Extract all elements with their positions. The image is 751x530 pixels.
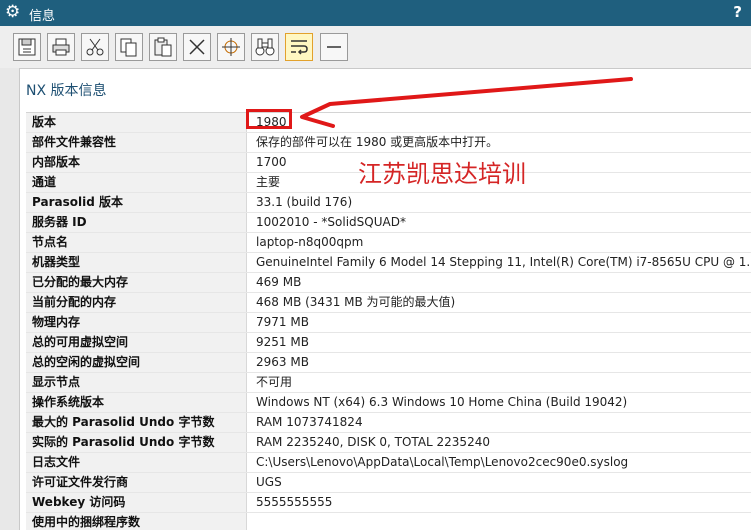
row-value: 1002010 - *SolidSQUAD* [256, 215, 406, 229]
help-button[interactable]: ? [733, 3, 742, 21]
row-label: 使用中的捆绑程序数 [26, 513, 247, 530]
copy-button[interactable] [115, 33, 143, 61]
row-label: 通道 [26, 173, 247, 192]
find-button[interactable] [251, 33, 279, 61]
row-value: 468 MB (3431 MB 为可能的最大值) [256, 295, 456, 309]
row-value: laptop-n8q00qpm [256, 235, 364, 249]
scissors-icon [86, 38, 104, 56]
version-highlight-box [246, 109, 292, 129]
row-label: 服务器 ID [26, 213, 247, 232]
copy-icon [120, 38, 137, 57]
info-panel: NX 版本信息 版本 1980 部件文件兼容性 保存的部件可以在 1980 或更高版本… [19, 68, 751, 530]
row-label: 部件文件兼容性 [26, 133, 247, 152]
paste-button[interactable] [149, 33, 177, 61]
row-value: 保存的部件可以在 1980 或更高版本中打开。 [256, 135, 499, 149]
row-value: RAM 1073741824 [256, 415, 363, 429]
row-value: 主要 [256, 175, 281, 189]
row-value: 7971 MB [256, 315, 309, 329]
table-row: 部件文件兼容性 保存的部件可以在 1980 或更高版本中打开。 [26, 133, 751, 153]
table-row: 使用中的捆绑程序数 [26, 513, 751, 530]
window-title: 信息 [29, 9, 56, 24]
table-row: 实际的 Parasolid Undo 字节数 RAM 2235240, DISK … [26, 433, 751, 453]
table-row: 总的空闲的虚拟空间 2963 MB [26, 353, 751, 373]
row-value: 33.1 (build 176) [256, 195, 353, 209]
row-value: 1700 [256, 155, 287, 169]
row-label: 日志文件 [26, 453, 247, 472]
row-value: 469 MB [256, 275, 302, 289]
row-label: 机器类型 [26, 253, 247, 272]
table-row: 机器类型 GenuineIntel Family 6 Model 14 Stepp… [26, 253, 751, 273]
crosshair-icon [222, 38, 240, 56]
save-icon [18, 38, 36, 56]
close-x-icon [189, 39, 205, 55]
row-label: 操作系统版本 [26, 393, 247, 412]
row-value: 5555555555 [256, 495, 333, 509]
delete-button[interactable] [183, 33, 211, 61]
save-button[interactable] [13, 33, 41, 61]
print-icon [52, 38, 70, 56]
row-label: 许可证文件发行商 [26, 473, 247, 492]
watermark-text: 江苏凯思达培训 [358, 160, 526, 188]
table-row: Parasolid 版本 33.1 (build 176) [26, 193, 751, 213]
table-row: 许可证文件发行商 UGS [26, 473, 751, 493]
row-label: 节点名 [26, 233, 247, 252]
row-value: UGS [256, 475, 282, 489]
table-row: 服务器 ID 1002010 - *SolidSQUAD* [26, 213, 751, 233]
print-button[interactable] [47, 33, 75, 61]
row-label: 总的空闲的虚拟空间 [26, 353, 247, 372]
table-row: 版本 1980 [26, 113, 751, 133]
row-label: 显示节点 [26, 373, 247, 392]
row-value: GenuineIntel Family 6 Model 14 Stepping … [256, 255, 751, 269]
table-row: 物理内存 7971 MB [26, 313, 751, 333]
row-label: 物理内存 [26, 313, 247, 332]
title-bar: ⚙ 信息 ? [0, 0, 751, 26]
row-label: 总的可用虚拟空间 [26, 333, 247, 352]
row-value: 9251 MB [256, 335, 309, 349]
table-row: 已分配的最大内存 469 MB [26, 273, 751, 293]
row-label: Parasolid 版本 [26, 193, 247, 212]
wrap-text-icon [291, 40, 308, 55]
collapse-button[interactable] [320, 33, 348, 61]
toolbar [0, 26, 751, 68]
binoculars-icon [255, 38, 275, 56]
row-value: Windows NT (x64) 6.3 Windows 10 Home Chi… [256, 395, 628, 409]
table-row: 日志文件 C:\Users\Lenovo\AppData\Local\Temp\L… [26, 453, 751, 473]
row-label: 版本 [26, 113, 247, 132]
table-row: 操作系统版本 Windows NT (x64) 6.3 Windows 10 Ho… [26, 393, 751, 413]
row-label: 实际的 Parasolid Undo 字节数 [26, 433, 247, 452]
row-label: 当前分配的内存 [26, 293, 247, 312]
row-value: 不可用 [256, 375, 293, 389]
table-row: Webkey 访问码 5555555555 [26, 493, 751, 513]
row-value: C:\Users\Lenovo\AppData\Local\Temp\Lenov… [256, 455, 629, 469]
table-row: 显示节点 不可用 [26, 373, 751, 393]
cut-button[interactable] [81, 33, 109, 61]
table-row: 总的可用虚拟空间 9251 MB [26, 333, 751, 353]
table-row: 当前分配的内存 468 MB (3431 MB 为可能的最大值) [26, 293, 751, 313]
row-label: 内部版本 [26, 153, 247, 172]
locate-button[interactable] [217, 33, 245, 61]
wrap-text-button[interactable] [285, 33, 313, 61]
row-value: 2963 MB [256, 355, 309, 369]
row-label: 已分配的最大内存 [26, 273, 247, 292]
row-value: RAM 2235240, DISK 0, TOTAL 2235240 [256, 435, 490, 449]
row-label: 最大的 Parasolid Undo 字节数 [26, 413, 247, 432]
minus-icon [327, 46, 341, 48]
gear-icon: ⚙ [5, 2, 21, 22]
paste-icon [154, 37, 172, 57]
panel-title: NX 版本信息 [26, 83, 107, 99]
table-row: 最大的 Parasolid Undo 字节数 RAM 1073741824 [26, 413, 751, 433]
table-row: 节点名 laptop-n8q00qpm [26, 233, 751, 253]
row-label: Webkey 访问码 [26, 493, 247, 512]
